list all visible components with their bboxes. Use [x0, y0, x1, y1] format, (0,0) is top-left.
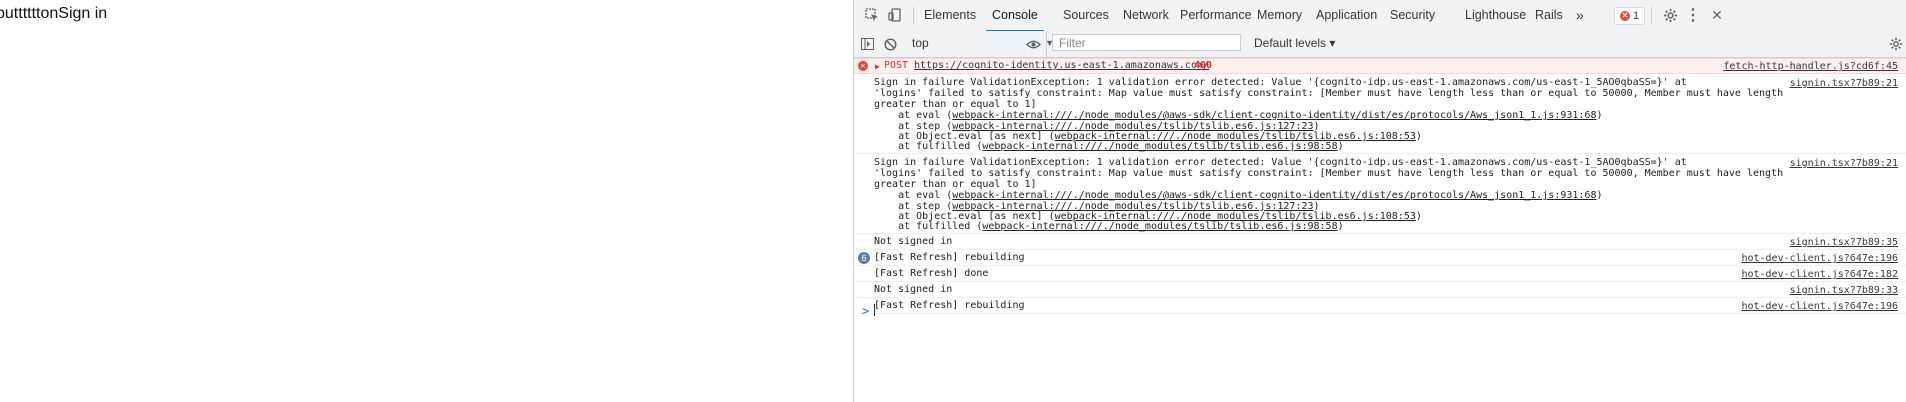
tab-sources[interactable]: Sources [1063, 0, 1109, 31]
stack-link[interactable]: webpack-internal:///./node_modules/@aws-… [952, 110, 1596, 121]
console-log-row: [Fast Refresh] done hot-dev-client.js?64… [854, 266, 1906, 282]
console-log-row: Sign in failure ValidationException: 1 v… [854, 74, 1906, 154]
console-settings-gear-icon[interactable] [1886, 34, 1906, 54]
console-output: ✕ ▶ POST https://cognito-identity.us-eas… [854, 58, 1906, 402]
error-icon: ✕ [858, 61, 868, 71]
error-count-badge[interactable]: ✕ 1 [1614, 7, 1646, 25]
console-prompt-icon: > [862, 304, 870, 318]
source-link[interactable]: hot-dev-client.js?647e:196 [1741, 301, 1898, 312]
tab-lighthouse[interactable]: Lighthouse [1465, 0, 1526, 31]
stack-frame: at eval (webpack-internal:///./node_modu… [874, 190, 1603, 201]
tabbar-divider [1651, 7, 1652, 24]
source-link[interactable]: hot-dev-client.js?647e:196 [1741, 253, 1898, 264]
source-link[interactable]: hot-dev-client.js?647e:182 [1741, 269, 1898, 280]
log-line: greater than or equal to 1] [874, 179, 1037, 190]
context-label: top [912, 36, 929, 50]
sidebar-toggle-icon[interactable] [857, 34, 877, 54]
request-method: POST [884, 60, 909, 71]
log-line: Not signed in [874, 284, 953, 295]
page-text: buttttttonSign in [0, 5, 108, 22]
console-log-row: Not signed in signin.tsx?7b89:33 [854, 282, 1906, 298]
log-levels-dropdown[interactable]: Default levels ▾ [1254, 33, 1335, 53]
stack-link[interactable]: webpack-internal:///./node_modules/tslib… [982, 141, 1337, 152]
console-log-row: Sign in failure ValidationException: 1 v… [854, 154, 1906, 234]
tab-memory[interactable]: Memory [1257, 0, 1302, 31]
console-input[interactable] [874, 304, 875, 316]
log-line: Sign in failure ValidationException: 1 v… [874, 77, 1687, 88]
live-expression-eye-icon[interactable] [1023, 34, 1043, 54]
tab-application[interactable]: Application [1316, 0, 1377, 31]
console-error-row: ✕ ▶ POST https://cognito-identity.us-eas… [854, 58, 1906, 74]
status-code: 400 [1194, 60, 1213, 71]
error-icon: ✕ [1620, 11, 1630, 21]
request-url-link[interactable]: https://cognito-identity.us-east-1.amazo… [914, 60, 1209, 72]
log-line: [Fast Refresh] rebuilding [874, 300, 1025, 311]
tab-rails[interactable]: Rails [1535, 0, 1563, 31]
source-link[interactable]: signin.tsx?7b89:33 [1790, 285, 1898, 296]
stack-frame: at eval (webpack-internal:///./node_modu… [874, 110, 1603, 121]
stack-frame: at fulfilled (webpack-internal:///./node… [874, 141, 1344, 152]
tab-elements[interactable]: Elements [924, 0, 976, 31]
log-line: 'logins' failed to satisfy constraint: M… [874, 168, 1784, 179]
source-link[interactable]: fetch-http-handler.js?cd6f:45 [1723, 61, 1898, 72]
source-link[interactable]: signin.tsx?7b89:21 [1790, 158, 1898, 169]
tab-network[interactable]: Network [1123, 0, 1169, 31]
console-log-row: 6 [Fast Refresh] rebuilding hot-dev-clie… [854, 250, 1906, 266]
log-line: greater than or equal to 1] [874, 99, 1037, 110]
more-options-icon[interactable]: ⋮ [1683, 5, 1703, 25]
source-link[interactable]: signin.tsx?7b89:21 [1790, 78, 1898, 89]
stack-frame: at fulfilled (webpack-internal:///./node… [874, 221, 1344, 232]
log-line: [Fast Refresh] rebuilding [874, 252, 1025, 263]
log-line: [Fast Refresh] done [874, 268, 989, 279]
tab-security[interactable]: Security [1390, 0, 1435, 31]
tabbar-divider [913, 7, 914, 24]
log-line: Sign in failure ValidationException: 1 v… [874, 157, 1687, 168]
error-count: 1 [1633, 10, 1640, 22]
devtools-panel: Elements Console Sources Network Perform… [853, 0, 1906, 402]
log-line: Not signed in [874, 236, 953, 247]
console-toolbar: top ▼ Default levels ▾ [854, 31, 1906, 58]
inspect-element-icon[interactable] [862, 5, 882, 25]
settings-gear-icon[interactable] [1660, 5, 1680, 25]
close-devtools-icon[interactable]: ✕ [1707, 5, 1727, 25]
console-filter-input[interactable] [1052, 34, 1241, 51]
log-line: 'logins' failed to satisfy constraint: M… [874, 88, 1784, 99]
repeat-count-badge: 6 [858, 252, 870, 264]
devtools-tabbar: Elements Console Sources Network Perform… [854, 0, 1906, 32]
more-tabs-button[interactable]: » [1576, 0, 1584, 31]
device-toolbar-icon[interactable] [885, 5, 905, 25]
console-log-row: [Fast Refresh] rebuilding hot-dev-client… [854, 298, 1906, 314]
stack-link[interactable]: webpack-internal:///./node_modules/@aws-… [952, 190, 1596, 201]
clear-console-icon[interactable] [880, 34, 900, 54]
source-link[interactable]: signin.tsx?7b89:35 [1790, 237, 1898, 248]
tab-console[interactable]: Console [986, 0, 1044, 32]
stack-link[interactable]: webpack-internal:///./node_modules/tslib… [982, 221, 1337, 232]
page-viewport: buttttttonSign in [0, 0, 853, 402]
expand-arrow-icon[interactable]: ▶ [875, 62, 880, 71]
toolbar-divider [1046, 31, 1047, 57]
tab-performance[interactable]: Performance [1180, 0, 1252, 31]
console-log-row: Not signed in signin.tsx?7b89:35 [854, 234, 1906, 250]
